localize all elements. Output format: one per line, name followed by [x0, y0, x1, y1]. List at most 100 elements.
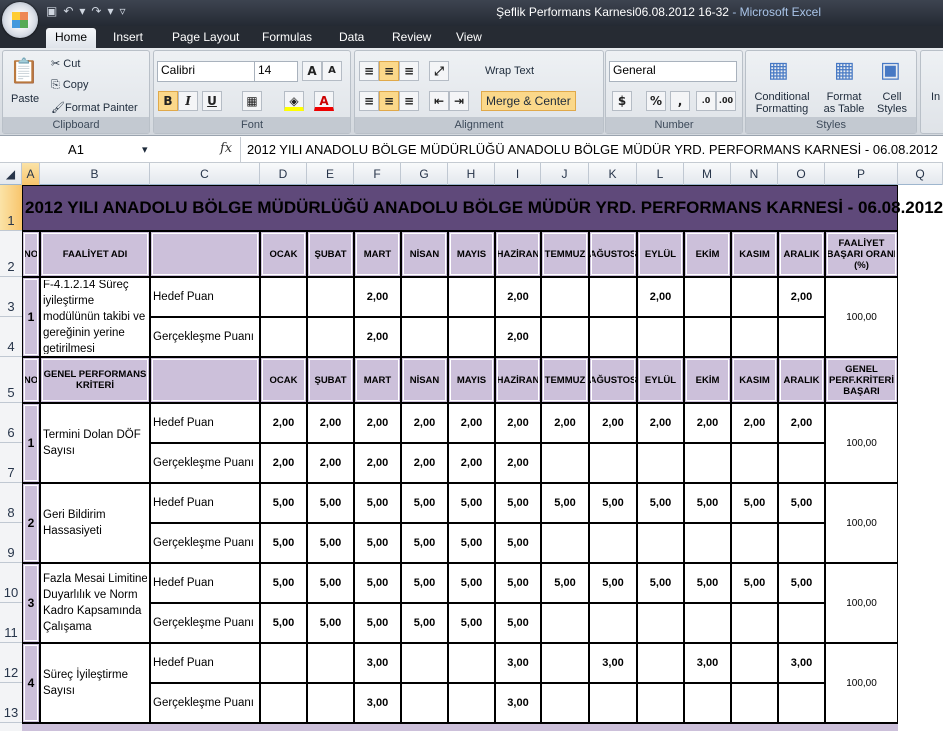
increase-decimal-icon[interactable]: .0	[696, 91, 716, 111]
actual-value[interactable]: 5,00	[307, 603, 354, 643]
column-header-O[interactable]: O	[778, 163, 825, 185]
target-value[interactable]: 5,00	[541, 563, 589, 603]
header-month[interactable]: ARALIK	[778, 231, 825, 277]
align-bottom-icon[interactable]: ≡	[399, 61, 419, 81]
success-rate[interactable]: 100,00	[825, 403, 898, 483]
actual-value[interactable]	[731, 683, 778, 723]
actual-value[interactable]: 3,00	[354, 683, 401, 723]
actual-label[interactable]: Gerçekleşme Puanı	[150, 317, 260, 357]
actual-value[interactable]	[541, 317, 589, 357]
align-center-icon[interactable]: ≡	[379, 91, 399, 111]
actual-value[interactable]	[731, 523, 778, 563]
header-month[interactable]: MAYIS	[448, 231, 495, 277]
column-header-E[interactable]: E	[307, 163, 354, 185]
tab-home[interactable]: Home	[46, 28, 97, 48]
actual-value[interactable]: 5,00	[448, 523, 495, 563]
grow-font-icon[interactable]: A	[302, 61, 322, 81]
column-header-P[interactable]: P	[825, 163, 898, 185]
actual-value[interactable]	[589, 443, 637, 483]
row-header-12[interactable]: 12	[0, 643, 22, 683]
actual-value[interactable]	[401, 317, 448, 357]
target-value[interactable]	[260, 643, 307, 683]
tab-view[interactable]: View	[456, 28, 482, 48]
actual-value[interactable]: 5,00	[354, 603, 401, 643]
item-name[interactable]: F-4.1.2.14 Süreç iyileştirme modülünün t…	[40, 277, 150, 357]
item-name[interactable]: Fazla Mesai Limitine Duyarlılık ve Norm …	[40, 563, 150, 643]
target-value[interactable]: 5,00	[448, 483, 495, 523]
target-value[interactable]: 5,00	[589, 563, 637, 603]
actual-value[interactable]: 5,00	[260, 523, 307, 563]
column-header-G[interactable]: G	[401, 163, 448, 185]
target-value[interactable]: 3,00	[495, 643, 541, 683]
target-value[interactable]: 2,00	[354, 277, 401, 317]
target-value[interactable]: 2,00	[684, 403, 731, 443]
header-month[interactable]: MAYIS	[448, 357, 495, 403]
row-header-5[interactable]: 5	[0, 357, 22, 403]
header-blank[interactable]	[150, 357, 260, 403]
actual-value[interactable]	[637, 317, 684, 357]
column-header-C[interactable]: C	[150, 163, 260, 185]
tab-formulas[interactable]: Formulas	[262, 28, 312, 48]
target-value[interactable]	[589, 277, 637, 317]
header-month[interactable]: OCAK	[260, 231, 307, 277]
header-name[interactable]: GENEL PERFORMANS KRİTERİ	[40, 357, 150, 403]
target-value[interactable]: 3,00	[589, 643, 637, 683]
target-value[interactable]: 2,00	[541, 403, 589, 443]
target-value[interactable]: 2,00	[778, 277, 825, 317]
actual-value[interactable]: 3,00	[495, 683, 541, 723]
target-value[interactable]: 2,00	[495, 277, 541, 317]
target-value[interactable]: 3,00	[684, 643, 731, 683]
actual-value[interactable]	[307, 317, 354, 357]
actual-value[interactable]	[541, 683, 589, 723]
row-header-11[interactable]: 11	[0, 603, 22, 643]
tab-data[interactable]: Data	[339, 28, 364, 48]
actual-value[interactable]: 5,00	[495, 603, 541, 643]
header-month[interactable]: ŞUBAT	[307, 357, 354, 403]
borders-icon[interactable]: ▦	[242, 91, 262, 111]
column-header-N[interactable]: N	[731, 163, 778, 185]
target-value[interactable]	[448, 277, 495, 317]
row-header-7[interactable]: 7	[0, 443, 22, 483]
header-month[interactable]: OCAK	[260, 357, 307, 403]
actual-value[interactable]: 5,00	[448, 603, 495, 643]
font-size-select[interactable]: 14	[254, 61, 298, 82]
item-name[interactable]: Termini Dolan DÖF Sayısı	[40, 403, 150, 483]
header-month[interactable]: HAZİRAN	[495, 231, 541, 277]
target-value[interactable]: 3,00	[354, 643, 401, 683]
actual-value[interactable]	[637, 683, 684, 723]
row-header-1[interactable]: 1	[0, 185, 22, 231]
actual-value[interactable]	[731, 443, 778, 483]
target-value[interactable]: 2,00	[589, 403, 637, 443]
target-value[interactable]: 5,00	[354, 483, 401, 523]
cell-styles-button[interactable]: Cell Styles	[872, 91, 912, 115]
actual-value[interactable]: 2,00	[448, 443, 495, 483]
actual-value[interactable]: 5,00	[495, 523, 541, 563]
actual-value[interactable]: 2,00	[354, 317, 401, 357]
column-header-I[interactable]: I	[495, 163, 541, 185]
actual-value[interactable]: 5,00	[260, 603, 307, 643]
actual-value[interactable]	[778, 523, 825, 563]
item-no[interactable]: 1	[22, 403, 40, 483]
header-month[interactable]: ŞUBAT	[307, 231, 354, 277]
success-rate[interactable]: 100,00	[825, 277, 898, 357]
row-header-4[interactable]: 4	[0, 317, 22, 357]
target-value[interactable]: 5,00	[354, 563, 401, 603]
actual-value[interactable]	[731, 317, 778, 357]
header-rate[interactable]: FAALİYET BAŞARI ORANI (%)	[825, 231, 898, 277]
target-value[interactable]: 5,00	[401, 563, 448, 603]
target-value[interactable]	[684, 277, 731, 317]
header-month[interactable]: EKİM	[684, 231, 731, 277]
target-value[interactable]	[541, 277, 589, 317]
target-label[interactable]: Hedef Puan	[150, 403, 260, 443]
actual-value[interactable]	[589, 317, 637, 357]
target-value[interactable]	[637, 643, 684, 683]
item-name[interactable]: Geri Bildirim Hassasiyeti	[40, 483, 150, 563]
actual-value[interactable]: 2,00	[495, 443, 541, 483]
item-no[interactable]: 4	[22, 643, 40, 723]
header-month[interactable]: NİSAN	[401, 231, 448, 277]
actual-label[interactable]: Gerçekleşme Puanı	[150, 523, 260, 563]
actual-value[interactable]	[448, 317, 495, 357]
header-month[interactable]: AĞUSTOS	[589, 357, 637, 403]
header-name[interactable]: FAALİYET ADI	[40, 231, 150, 277]
number-format-select[interactable]: General	[609, 61, 737, 82]
